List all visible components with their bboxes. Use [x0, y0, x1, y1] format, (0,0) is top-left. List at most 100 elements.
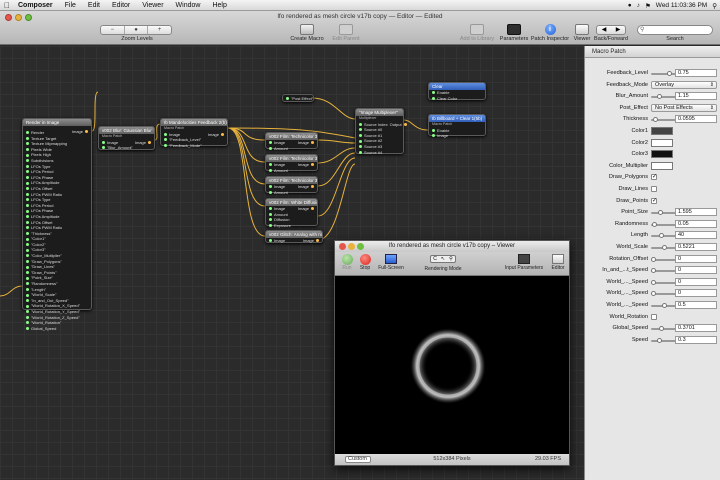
gaussian-blur-patch[interactable]: v002 Blur: Gaussian Blur Macro Patch Ima… [98, 126, 155, 150]
run-button[interactable]: Run [339, 254, 355, 271]
technicolor-patch-1[interactable]: v002 Film: Technicolor 3 Image Image Amou… [265, 132, 318, 152]
zoom-levels-control[interactable]: − ● + [100, 25, 172, 35]
param-slider[interactable] [651, 233, 677, 239]
param-slider[interactable] [651, 303, 677, 308]
slider-knob[interactable] [658, 326, 664, 332]
param-value-field[interactable]: 0 [675, 277, 717, 286]
white-diffusion-patch[interactable]: v002 Film: White Diffusion Image Image Am… [265, 198, 318, 229]
back-arrow-icon[interactable]: ◀ [597, 26, 611, 34]
patch-input[interactable]: Source #4 [356, 150, 403, 156]
patch-input[interactable]: Clear Color [429, 96, 485, 102]
input-parameters-button[interactable]: Input Parameters [501, 254, 547, 271]
param-value-field[interactable]: 0.5 [675, 301, 717, 309]
param-slider[interactable] [651, 210, 677, 216]
param-slider[interactable] [651, 94, 677, 100]
slider-knob[interactable] [651, 256, 656, 262]
menu-editor[interactable]: Editor [106, 2, 136, 9]
menu-help[interactable]: Help [206, 2, 232, 9]
param-checkbox[interactable] [651, 186, 657, 192]
viewer-close-button[interactable] [339, 243, 346, 250]
render-in-image-patch[interactable]: Render in Image Image Render Texture Tar… [22, 118, 92, 331]
param-checkbox[interactable]: ✓ [651, 197, 657, 204]
editor-button[interactable]: Editor [549, 254, 567, 271]
full-screen-button[interactable]: Full-Screen [375, 254, 407, 271]
zoom-out-icon[interactable]: − [101, 26, 125, 34]
color-well[interactable] [651, 150, 673, 159]
patch-input[interactable]: Amount [266, 146, 317, 152]
analog-noise-patch[interactable]: v002 Glitch: Analog with noise ImageImag… [265, 230, 323, 243]
edit-parent-button[interactable]: Edit Parent [330, 24, 362, 42]
slider-knob[interactable] [651, 279, 656, 285]
param-slider[interactable] [651, 326, 677, 332]
add-to-library-button[interactable]: Add to Library [456, 24, 498, 42]
mode-pointer-icon[interactable]: ↖ [439, 256, 447, 262]
param-slider[interactable] [651, 337, 677, 343]
color-well[interactable] [651, 138, 673, 147]
forward-arrow-icon[interactable]: ▶ [611, 26, 625, 34]
search-input[interactable]: ⚲ [637, 25, 713, 35]
spotlight-icon[interactable]: ⚲ [712, 2, 717, 10]
slider-knob[interactable] [657, 337, 663, 343]
technicolor-patch-2[interactable]: v002 Film: Technicolor 3 Image Image Amou… [265, 154, 318, 174]
post-effect-patch[interactable]: "Post Effect" [282, 94, 314, 102]
menu-app[interactable]: Composer [12, 2, 59, 9]
slider-knob[interactable] [651, 268, 656, 274]
slider-knob[interactable] [666, 71, 672, 76]
rendering-mode-control[interactable]: C ↖ ⚲ [430, 255, 456, 263]
image-multiplexer-patch[interactable]: "Image Multiplexer" Multiplexer Source I… [355, 108, 407, 156]
param-slider[interactable] [651, 291, 677, 297]
parameters-button[interactable]: Parameters [498, 24, 530, 42]
param-value-field[interactable]: 0.0595 [675, 115, 717, 124]
patch-input[interactable]: Global_Speed [23, 326, 91, 332]
patch-input[interactable]: Amount [266, 168, 317, 174]
color-well[interactable] [651, 161, 673, 170]
param-slider[interactable] [651, 117, 677, 123]
param-slider[interactable] [651, 71, 677, 76]
slider-knob[interactable] [661, 245, 667, 250]
patch-input[interactable]: "Feedback_Mode" [161, 143, 227, 149]
viewer-zoom-button[interactable] [357, 243, 364, 250]
flag-icon[interactable]: ⚑ [645, 2, 651, 10]
param-slider[interactable] [651, 268, 677, 274]
patch-input[interactable]: Amount [266, 190, 317, 196]
patch-input[interactable]: Image Image [266, 238, 322, 244]
param-value-field[interactable]: 0 [675, 266, 717, 275]
feedback-patch[interactable]: Ib Mandelocities Feedback 2(b) Macro Pat… [160, 118, 228, 149]
billboard-clear-patch[interactable]: Ib Billboard + Clear 1(5b) Macro Patch E… [428, 114, 486, 139]
viewer-render-output[interactable] [335, 276, 569, 454]
patch-inspector-button[interactable]: i Patch Inspector [530, 24, 570, 42]
stop-button[interactable]: Stop [357, 254, 373, 271]
param-value-field[interactable]: 40 [675, 231, 717, 240]
param-value-field[interactable]: 0.75 [675, 69, 717, 77]
param-value-field[interactable]: 0.3 [675, 335, 717, 344]
param-value-field[interactable]: 1.595 [675, 208, 717, 217]
param-checkbox[interactable] [651, 313, 657, 320]
technicolor-patch-3[interactable]: v002 Film: Technicolor 3 Image Image Amou… [265, 176, 318, 196]
back-forward-control[interactable]: ◀ ▶ [596, 25, 626, 35]
param-slider[interactable] [651, 245, 677, 250]
clear-patch[interactable]: Clear Enable Clear Color [428, 82, 486, 102]
viewer-minimize-button[interactable] [348, 243, 355, 250]
param-slider[interactable] [651, 279, 677, 285]
volume-icon[interactable]: ♪ [637, 2, 640, 9]
menu-viewer[interactable]: Viewer [136, 2, 169, 9]
slider-knob[interactable] [659, 233, 665, 239]
patch-input[interactable]: Exposure [266, 223, 317, 229]
patch-input[interactable]: Image [429, 133, 485, 139]
param-value-field[interactable]: 0 [675, 289, 717, 298]
patch-input[interactable]: "Blur_Amount" [99, 145, 154, 151]
menu-file[interactable]: File [59, 2, 82, 9]
zoom-actual-icon[interactable]: ● [125, 26, 149, 34]
param-value-field[interactable]: 0.5221 [675, 243, 717, 251]
param-select[interactable]: Overlay ⇕ [651, 80, 717, 89]
zoom-in-icon[interactable]: + [148, 26, 171, 34]
slider-knob[interactable] [657, 94, 663, 100]
param-slider[interactable] [651, 256, 677, 262]
param-value-field[interactable]: 0 [675, 254, 717, 263]
param-value-field[interactable]: 0.3701 [675, 324, 717, 333]
slider-knob[interactable] [653, 117, 659, 123]
param-checkbox[interactable]: ✓ [651, 174, 657, 181]
slider-knob[interactable] [652, 221, 658, 227]
wifi-icon[interactable]: ● [628, 2, 632, 9]
color-well[interactable] [651, 127, 673, 135]
